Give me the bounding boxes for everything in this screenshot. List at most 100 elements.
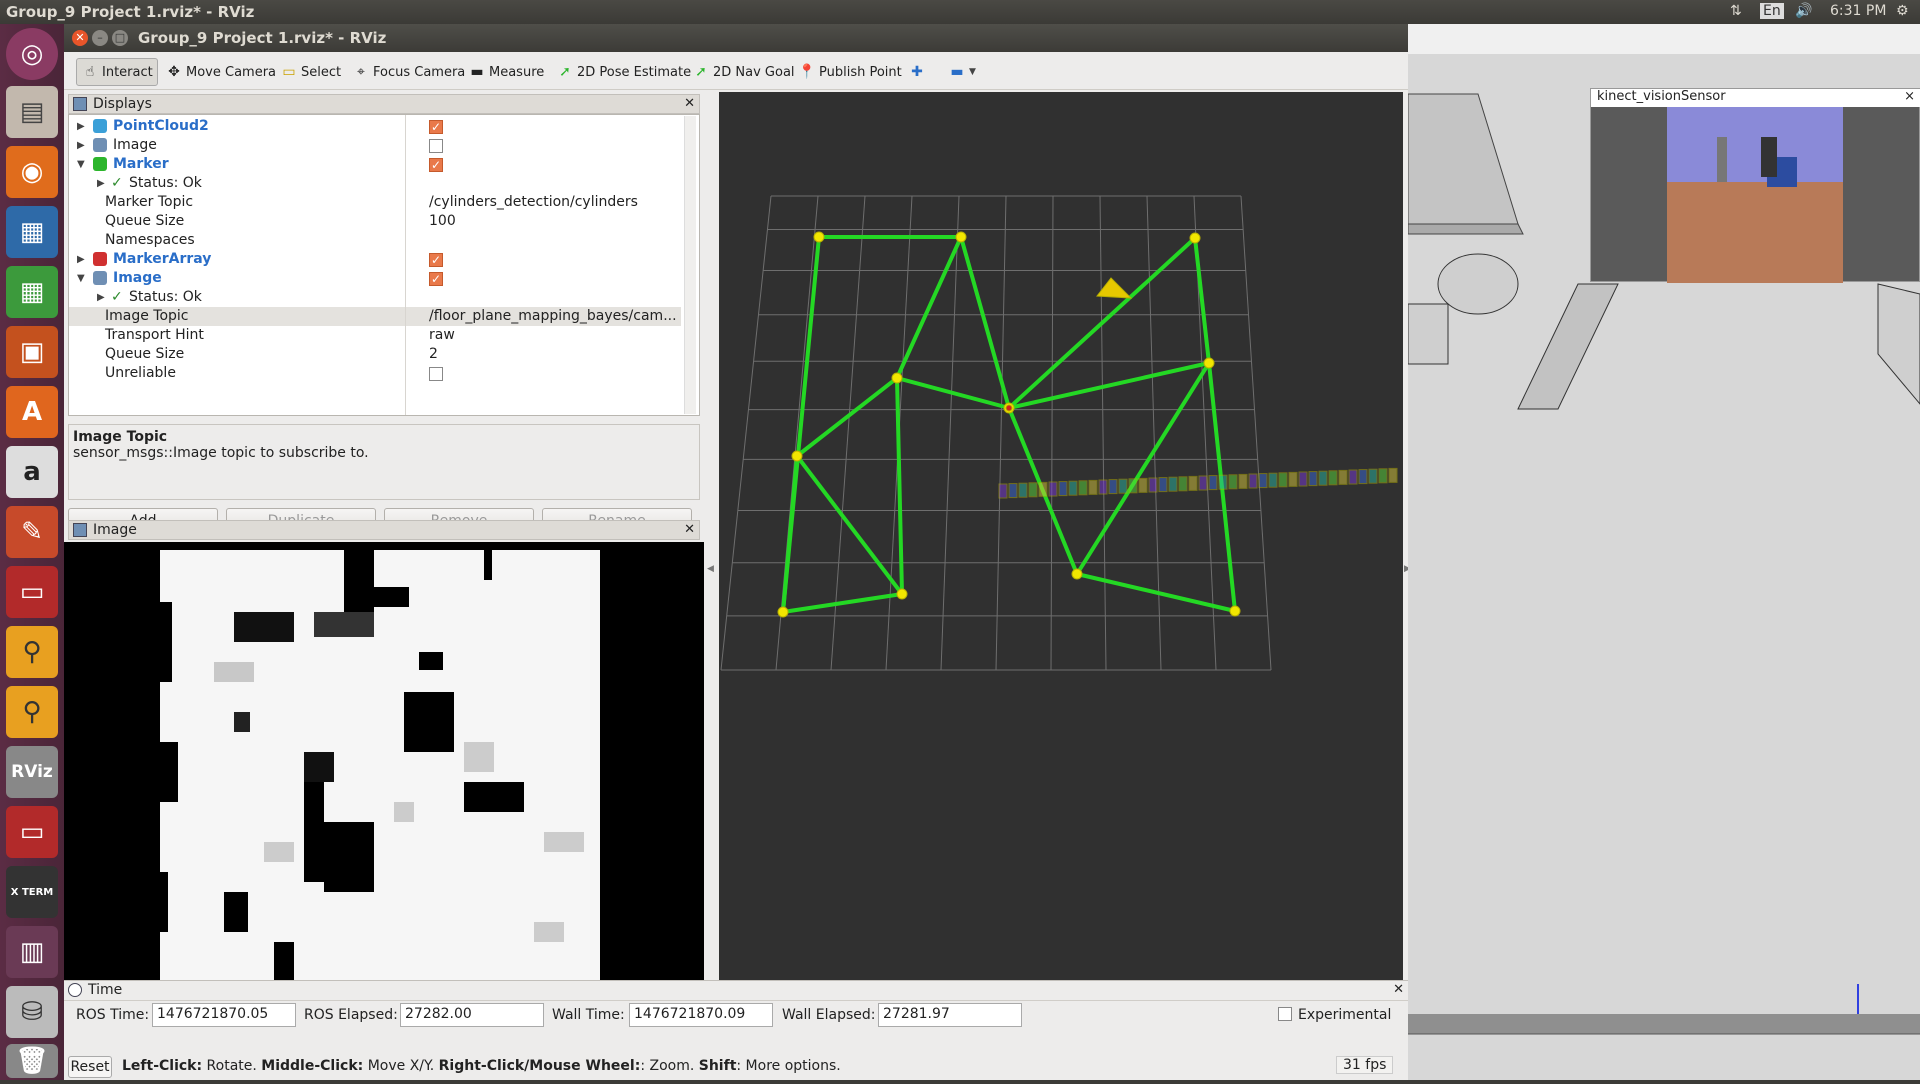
maximize-icon[interactable]: □ [112, 30, 128, 46]
expand-arrow-icon[interactable]: ▶ [97, 174, 105, 193]
settings-gear-icon[interactable]: ⚙ [1896, 3, 1909, 19]
display-tree-row[interactable]: ▶ ✓ Status: Ok [69, 174, 681, 193]
display-enabled-checkbox[interactable] [429, 156, 443, 175]
close-sensor-icon[interactable]: × [1904, 89, 1915, 104]
gazebo-icon[interactable]: ⚲ [6, 626, 58, 678]
workspace-switcher-icon[interactable]: ▥ [6, 926, 58, 978]
collapse-arrow-icon[interactable]: ▼ [77, 155, 85, 174]
display-tree-row[interactable]: ▶ MarkerArray [69, 250, 681, 270]
wall-time-label: Wall Time: [552, 1007, 625, 1023]
display-row-value[interactable]: 2 [429, 345, 679, 364]
fps-indicator: 31 fps [1336, 1056, 1394, 1074]
close-panel-icon[interactable]: ✕ [1393, 981, 1404, 999]
close-window-icon[interactable]: ✕ [72, 30, 88, 46]
display-enabled-checkbox[interactable] [429, 139, 443, 153]
display-tree-row[interactable]: Namespaces [69, 231, 681, 250]
select-tool-button[interactable]: ▭ Select [276, 58, 345, 86]
move-camera-tool-button[interactable]: ✥ Move Camera [161, 58, 280, 86]
display-tree-row[interactable]: Image Topic/floor_plane_mapping_bayes/ca… [69, 307, 681, 326]
expand-arrow-icon[interactable]: ▶ [77, 250, 85, 269]
display-enabled-checkbox[interactable] [429, 118, 443, 137]
remove-tool-dropdown[interactable]: ▬ ▼ [944, 58, 980, 86]
display-tree-row[interactable]: Unreliable [69, 364, 681, 383]
collapse-left-icon[interactable]: ◀ [707, 564, 714, 574]
xterm-icon[interactable]: X TERM [6, 866, 58, 918]
system-top-panel: Group_9 Project 1.rviz* - RViz ⇅ En 🔊 6:… [0, 0, 1920, 24]
display-tree-row[interactable]: ▶ ✓ Status: Ok [69, 288, 681, 307]
display-tree-row[interactable]: ▶ Image [69, 136, 681, 155]
display-row-value[interactable]: /cylinders_detection/cylinders [429, 193, 679, 212]
displays-scrollbar[interactable] [684, 116, 696, 414]
pointcloud-segment [1008, 483, 1018, 499]
expand-arrow-icon[interactable]: ▶ [77, 117, 85, 136]
measure-tool-button[interactable]: ▬ Measure [464, 58, 548, 86]
impress-icon[interactable]: ▣ [6, 326, 58, 378]
minimize-icon[interactable]: – [92, 30, 108, 46]
display-row-name: Queue Size [105, 213, 185, 229]
nav-goal-tool-button[interactable]: ➚ 2D Nav Goal [688, 58, 799, 86]
display-tree-row[interactable]: ▼ Image [69, 269, 681, 289]
display-row-name: Image Topic [105, 308, 189, 324]
display-row-value[interactable]: 100 [429, 212, 679, 231]
display-enabled-checkbox[interactable] [429, 367, 443, 381]
grid-line [720, 195, 772, 671]
reset-button[interactable]: Reset [68, 1056, 112, 1078]
display-enabled-checkbox[interactable] [429, 251, 443, 270]
green-arrow-icon: ➚ [559, 64, 571, 80]
marker-edge [959, 236, 1011, 409]
display-tree-row[interactable]: ▶ PointCloud2 [69, 117, 681, 137]
terminal-icon[interactable]: ▭ [6, 566, 58, 618]
wall-time-field[interactable]: 1476721870.09 [629, 1003, 773, 1027]
publish-point-tool-button[interactable]: 📍 Publish Point [794, 58, 906, 86]
gazebo-icon-2[interactable]: ⚲ [6, 686, 58, 738]
firefox-icon[interactable]: ◉ [6, 146, 58, 198]
system-settings-icon[interactable]: ✎ [6, 506, 58, 558]
expand-arrow-icon[interactable]: ▶ [77, 136, 85, 155]
pose-estimate-tool-button[interactable]: ➚ 2D Pose Estimate [552, 58, 695, 86]
expand-arrow-icon[interactable]: ▶ [97, 288, 105, 307]
collapse-arrow-icon[interactable]: ▼ [77, 269, 85, 288]
3d-render-view[interactable] [719, 92, 1403, 980]
close-panel-icon[interactable]: ✕ [684, 521, 695, 539]
software-center-icon[interactable]: A [6, 386, 58, 438]
display-row-name: MarkerArray [113, 251, 212, 267]
marker-edge [1075, 361, 1211, 576]
display-tree-row[interactable]: Marker Topic/cylinders_detection/cylinde… [69, 193, 681, 212]
calc-icon[interactable]: ▦ [6, 266, 58, 318]
display-row-name: Namespaces [105, 232, 195, 248]
pointcloud-segment [1278, 472, 1288, 488]
wall-elapsed-field[interactable]: 27281.97 [878, 1003, 1022, 1027]
display-tree-row[interactable]: Queue Size 2 [69, 345, 681, 364]
display-row-value[interactable]: raw [429, 326, 679, 345]
interact-tool-button[interactable]: ☝ Interact [76, 58, 158, 86]
column-divider[interactable] [405, 115, 406, 415]
trash-icon[interactable]: 🗑 [6, 1044, 58, 1078]
amazon-icon[interactable]: a [6, 446, 58, 498]
ros-elapsed-field[interactable]: 27282.00 [400, 1003, 544, 1027]
network-icon[interactable]: ⇅ [1730, 3, 1742, 19]
description-text: sensor_msgs::Image topic to subscribe to… [73, 445, 369, 461]
drive-icon[interactable]: ⛁ [6, 986, 58, 1038]
display-row-value[interactable]: /floor_plane_mapping_bayes/cam... [429, 307, 679, 326]
keyboard-layout-indicator[interactable]: En [1760, 3, 1784, 19]
add-tool-button[interactable]: ✚ [904, 58, 933, 86]
display-tree-row[interactable]: Transport Hint raw [69, 326, 681, 345]
rviz-window: ✕ – □ Group_9 Project 1.rviz* - RViz ☝ In… [64, 24, 1411, 1080]
writer-icon[interactable]: ▦ [6, 206, 58, 258]
ros-time-field[interactable]: 1476721870.05 [152, 1003, 296, 1027]
displays-tree[interactable]: ▶ PointCloud2 ▶ Image ▼ Marker ▶ ✓ Status: Ok Mar… [68, 114, 700, 416]
marker-edge [1076, 572, 1236, 613]
ubuntu-dash-icon[interactable]: ◎ [6, 28, 58, 80]
experimental-checkbox[interactable] [1278, 1007, 1292, 1021]
focus-camera-tool-button[interactable]: ⌖ Focus Camera [348, 58, 469, 86]
display-enabled-checkbox[interactable] [429, 270, 443, 289]
files-icon[interactable]: ▤ [6, 86, 58, 138]
volume-icon[interactable]: 🔊 [1795, 3, 1812, 19]
rviz-icon[interactable]: RViz [6, 746, 58, 798]
close-panel-icon[interactable]: ✕ [684, 95, 695, 113]
time-panel-title: Time [88, 982, 123, 998]
display-tree-row[interactable]: Queue Size 100 [69, 212, 681, 231]
display-tree-row[interactable]: ▼ Marker [69, 155, 681, 175]
clock[interactable]: 6:31 PM [1830, 3, 1886, 19]
terminal-icon-2[interactable]: ▭ [6, 806, 58, 858]
